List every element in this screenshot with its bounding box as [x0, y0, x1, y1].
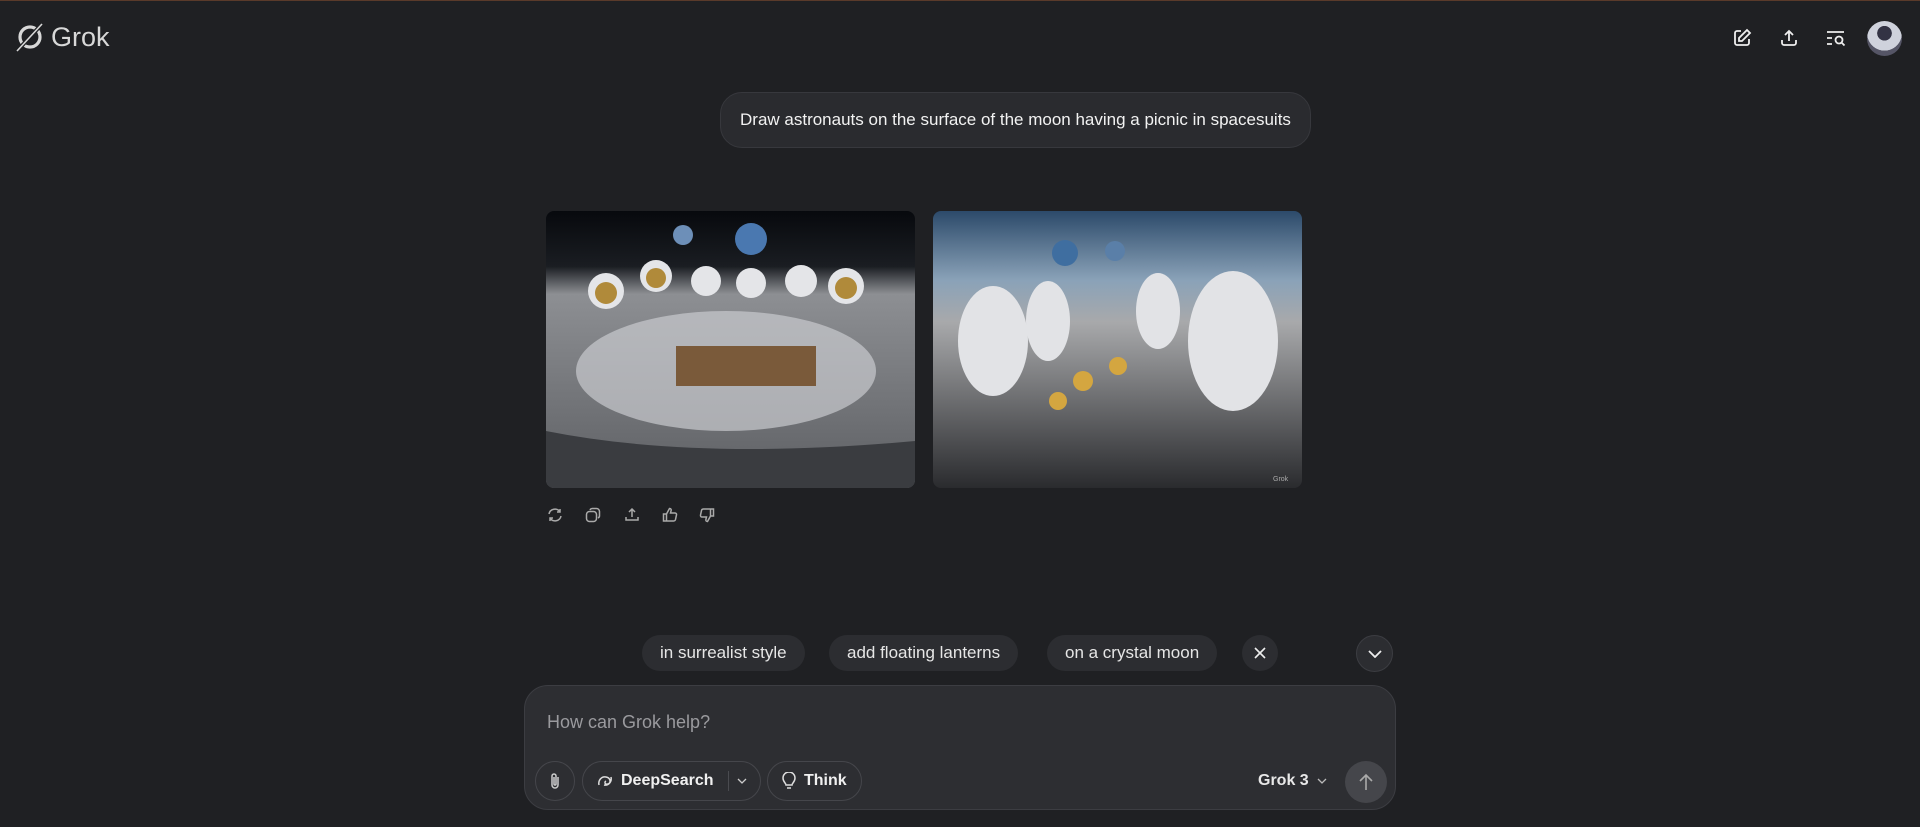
suggestion-label: add floating lanterns [847, 643, 1001, 662]
deepsearch-button[interactable]: DeepSearch [582, 761, 761, 801]
close-icon [1254, 647, 1266, 659]
paperclip-icon [551, 773, 559, 789]
thumbs-up-icon [662, 507, 678, 522]
refresh-icon [548, 508, 562, 522]
grok-watermark: Grok [1273, 476, 1289, 483]
edit-icon [1734, 28, 1752, 46]
arrow-up-icon [1359, 773, 1373, 790]
chevron-down-icon[interactable] [737, 778, 747, 784]
dismiss-suggestions-button[interactable] [1242, 635, 1278, 671]
scroll-down-button[interactable] [1356, 635, 1393, 672]
deepsearch-label: DeepSearch [621, 772, 714, 789]
copy-button[interactable] [582, 504, 604, 526]
generated-image-2[interactable]: Grok [933, 211, 1302, 488]
copy-icon [585, 507, 601, 523]
think-button[interactable]: Think [767, 761, 862, 801]
grok-logo[interactable]: Grok [15, 21, 110, 53]
user-message-text: Draw astronauts on the surface of the mo… [740, 110, 1291, 129]
generated-image-1[interactable] [546, 211, 915, 488]
brand-name: Grok [51, 21, 110, 52]
share-image-button[interactable] [621, 504, 643, 526]
think-label: Think [804, 772, 847, 789]
suggestion-chip[interactable]: add floating lanterns [829, 635, 1019, 671]
model-selector[interactable]: Grok 3 [1258, 761, 1327, 801]
upload-icon [1781, 29, 1797, 46]
chevron-down-icon [1317, 778, 1327, 784]
thumbs-down-icon [699, 508, 715, 523]
user-message-bubble: Draw astronauts on the surface of the mo… [720, 92, 1311, 148]
grok-logo-icon [15, 22, 44, 53]
model-label: Grok 3 [1258, 772, 1309, 789]
avatar[interactable] [1867, 21, 1902, 56]
upload-icon [625, 507, 639, 521]
composer: How can Grok help? DeepSearch Think Grok… [524, 685, 1396, 810]
lightbulb-icon [782, 772, 796, 789]
like-button[interactable] [659, 504, 681, 526]
suggestion-chip[interactable]: on a crystal moon [1047, 635, 1218, 671]
suggestion-label: on a crystal moon [1065, 643, 1200, 662]
chevron-down-icon [1367, 649, 1382, 658]
suggestion-label: in surrealist style [660, 643, 787, 662]
share-button[interactable] [1776, 25, 1802, 51]
prompt-input[interactable]: How can Grok help? [547, 712, 710, 733]
history-search-icon [1827, 31, 1846, 47]
deepsearch-icon [598, 776, 612, 786]
attach-button[interactable] [535, 761, 575, 801]
send-button[interactable] [1345, 761, 1387, 803]
dislike-button[interactable] [696, 504, 718, 526]
suggestion-chip[interactable]: in surrealist style [642, 635, 805, 671]
regenerate-button[interactable] [544, 504, 566, 526]
history-button[interactable] [1823, 25, 1849, 51]
new-chat-button[interactable] [1729, 25, 1755, 51]
